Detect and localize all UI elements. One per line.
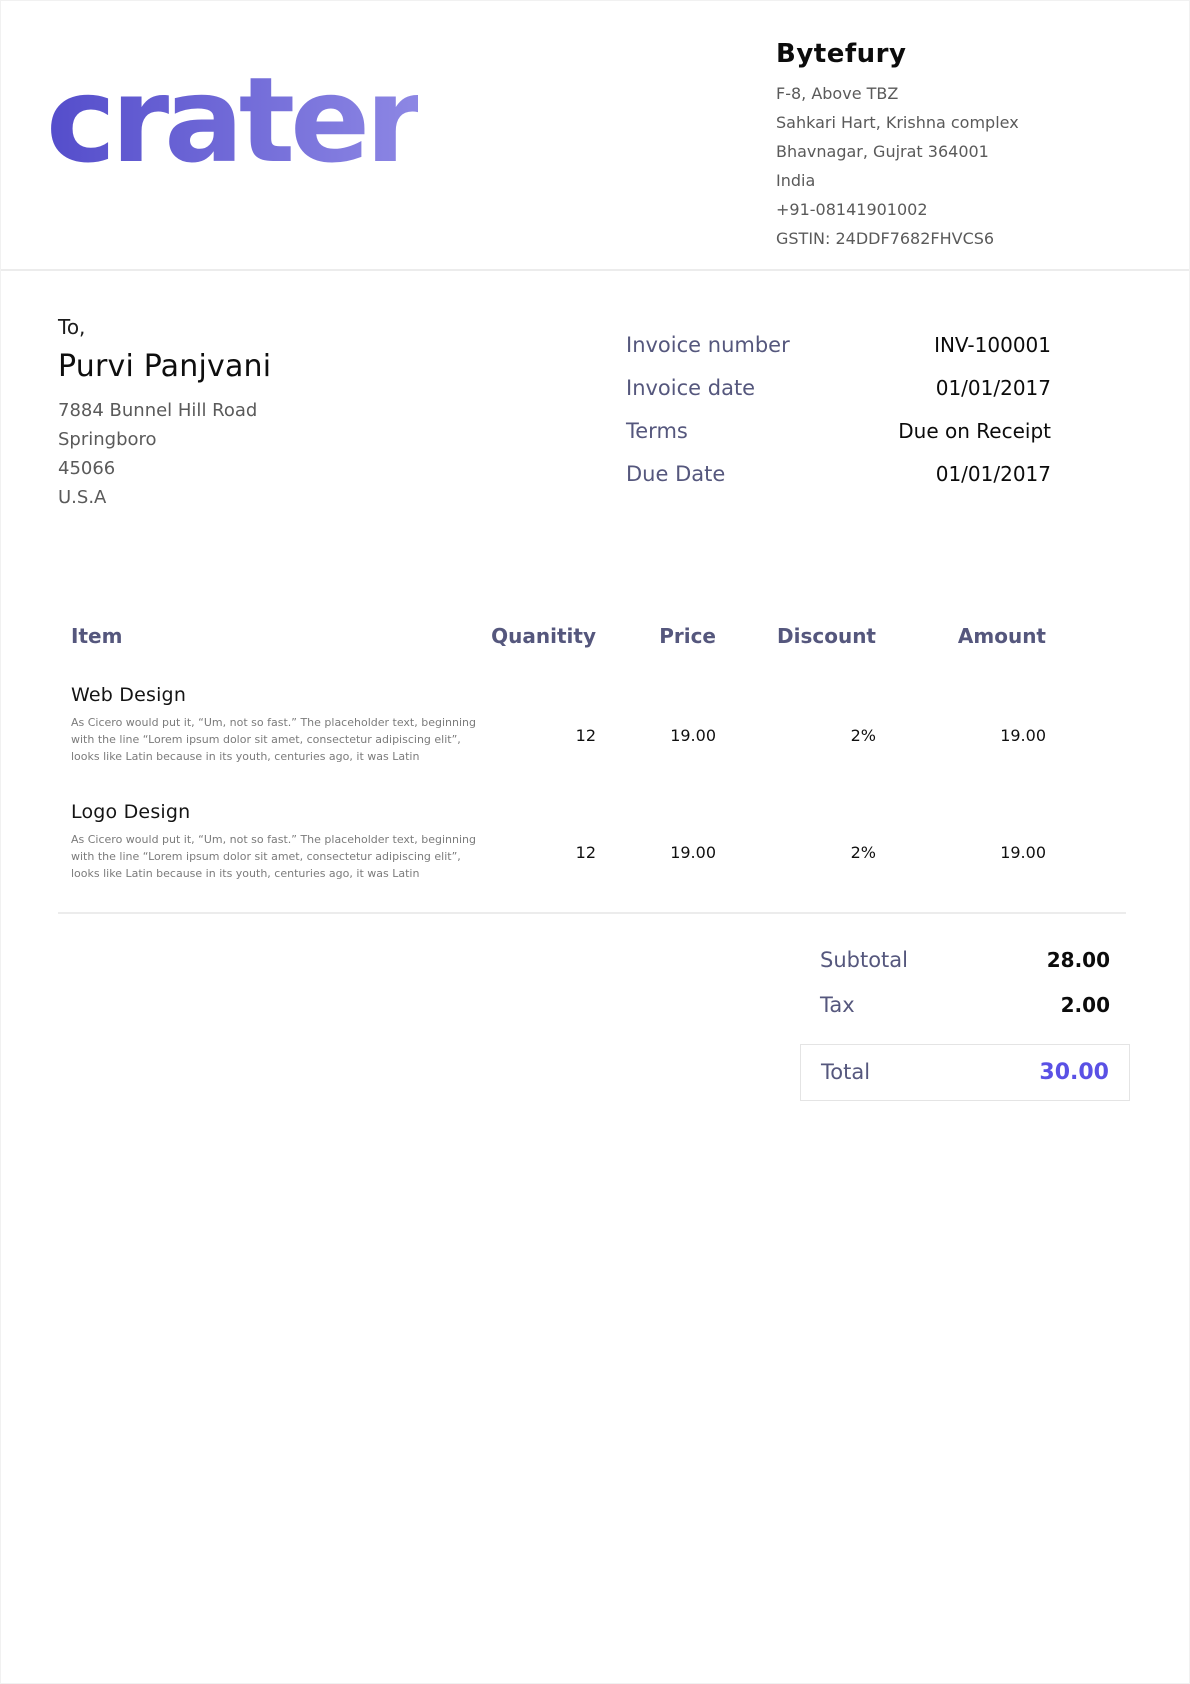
customer-address-line: Springboro <box>58 425 271 454</box>
total-value: 30.00 <box>1039 1060 1109 1085</box>
subtotal-value: 28.00 <box>1047 948 1110 972</box>
due-date-row: Due Date 01/01/2017 <box>626 462 1051 486</box>
invoice-date-value: 01/01/2017 <box>936 376 1051 400</box>
item-discount: 2% <box>716 801 876 882</box>
customer-address: 7884 Bunnel Hill Road Springboro 45066 U… <box>58 396 271 512</box>
item-amount: 19.00 <box>876 801 1046 882</box>
items-table: Item Quanitity Price Discount Amount Web… <box>1 624 1189 882</box>
column-header-quantity: Quanitity <box>476 624 596 648</box>
invoice-info-section: To, Purvi Panjvani 7884 Bunnel Hill Road… <box>1 271 1189 512</box>
tax-row: Tax 2.00 <box>800 993 1130 1017</box>
item-cell: Logo Design As Cicero would put it, “Um,… <box>58 801 476 882</box>
table-divider <box>58 912 1126 914</box>
due-date-value: 01/01/2017 <box>936 462 1051 486</box>
customer-name: Purvi Panjvani <box>58 349 271 384</box>
item-quantity: 12 <box>476 801 596 882</box>
company-address-line: F-8, Above TBZ <box>776 79 1061 108</box>
customer-address-line: U.S.A <box>58 483 271 512</box>
terms-row: Terms Due on Receipt <box>626 419 1051 443</box>
item-amount: 19.00 <box>876 684 1046 765</box>
item-price: 19.00 <box>596 684 716 765</box>
item-quantity: 12 <box>476 684 596 765</box>
company-phone: +91-08141901002 <box>776 195 1061 224</box>
total-box: Total 30.00 <box>800 1044 1130 1101</box>
item-price: 19.00 <box>596 801 716 882</box>
column-header-item: Item <box>58 624 476 648</box>
crater-logo: crater <box>46 61 418 179</box>
totals-section: Subtotal 28.00 Tax 2.00 Total 30.00 <box>800 948 1130 1101</box>
item-description: As Cicero would put it, “Um, not so fast… <box>58 831 476 882</box>
total-label: Total <box>821 1060 870 1084</box>
subtotal-label: Subtotal <box>820 948 908 972</box>
customer-address-line: 7884 Bunnel Hill Road <box>58 396 271 425</box>
invoice-date-row: Invoice date 01/01/2017 <box>626 376 1051 400</box>
terms-label: Terms <box>626 419 688 443</box>
company-info: Bytefury F-8, Above TBZ Sahkari Hart, Kr… <box>776 39 1061 253</box>
invoice-date-label: Invoice date <box>626 376 755 400</box>
item-row: Logo Design As Cicero would put it, “Um,… <box>58 801 1126 882</box>
item-name: Web Design <box>58 684 476 706</box>
invoice-number-label: Invoice number <box>626 333 790 357</box>
items-table-header: Item Quanitity Price Discount Amount <box>58 624 1126 648</box>
terms-value: Due on Receipt <box>898 419 1051 443</box>
company-address-line: Bhavnagar, Gujrat 364001 <box>776 137 1061 166</box>
invoice-header: crater Bytefury F-8, Above TBZ Sahkari H… <box>1 1 1189 271</box>
column-header-discount: Discount <box>716 624 876 648</box>
company-name: Bytefury <box>776 39 1061 69</box>
subtotal-row: Subtotal 28.00 <box>800 948 1130 972</box>
invoice-number-row: Invoice number INV-100001 <box>626 333 1051 357</box>
item-description: As Cicero would put it, “Um, not so fast… <box>58 714 476 765</box>
company-address: F-8, Above TBZ Sahkari Hart, Krishna com… <box>776 79 1061 253</box>
invoice-number-value: INV-100001 <box>934 333 1051 357</box>
item-discount: 2% <box>716 684 876 765</box>
tax-label: Tax <box>820 993 855 1017</box>
item-name: Logo Design <box>58 801 476 823</box>
bill-to-block: To, Purvi Panjvani 7884 Bunnel Hill Road… <box>58 315 271 512</box>
due-date-label: Due Date <box>626 462 725 486</box>
item-row: Web Design As Cicero would put it, “Um, … <box>58 684 1126 765</box>
bill-to-label: To, <box>58 315 271 339</box>
item-cell: Web Design As Cicero would put it, “Um, … <box>58 684 476 765</box>
company-address-line: India <box>776 166 1061 195</box>
invoice-page: crater Bytefury F-8, Above TBZ Sahkari H… <box>0 0 1190 1684</box>
tax-value: 2.00 <box>1061 993 1110 1017</box>
invoice-meta: Invoice number INV-100001 Invoice date 0… <box>626 333 1051 512</box>
company-gstin: GSTIN: 24DDF7682FHVCS6 <box>776 224 1061 253</box>
column-header-amount: Amount <box>876 624 1046 648</box>
column-header-price: Price <box>596 624 716 648</box>
customer-address-line: 45066 <box>58 454 271 483</box>
company-address-line: Sahkari Hart, Krishna complex <box>776 108 1061 137</box>
